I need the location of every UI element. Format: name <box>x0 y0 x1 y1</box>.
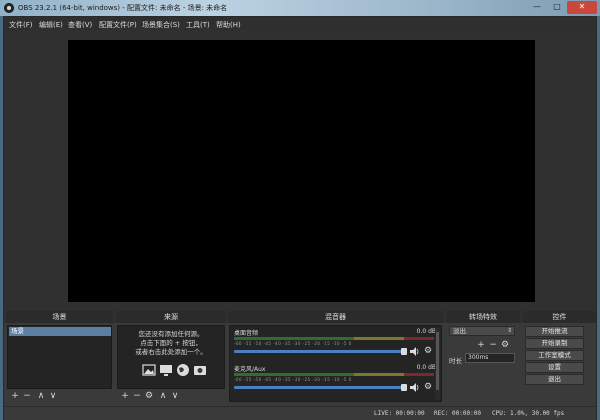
maximize-button[interactable]: □ <box>547 1 567 14</box>
transition-properties-gear-icon[interactable]: ⚙ <box>500 340 510 351</box>
menu-bar: 文件(F) 编辑(E) 查看(V) 配置文件(P) 场景集合(S) 工具(T) … <box>4 17 596 31</box>
image-source-icon <box>142 364 156 376</box>
track-db-readout: 0.0 dB <box>416 328 436 335</box>
volume-slider[interactable] <box>234 386 404 389</box>
volume-slider[interactable] <box>234 350 404 353</box>
transitions-dock: 转场特效 淡出 ⇕ + − ⚙ 时长 300ms <box>446 311 520 406</box>
track-db-readout: 0.0 dB <box>416 364 436 371</box>
close-button[interactable]: ✕ <box>567 1 597 14</box>
title-bar: OBS 23.2.1 (64-bit, windows) - 配置文件: 未命名… <box>0 0 600 16</box>
speaker-icon[interactable] <box>410 383 420 392</box>
rec-timer: REC: 00:00:00 <box>434 410 481 417</box>
display-capture-icon <box>160 365 172 376</box>
duration-input[interactable]: 300ms <box>465 353 515 363</box>
menu-file[interactable]: 文件(F) <box>9 20 33 30</box>
start-recording-button[interactable]: 开始录制 <box>525 338 584 349</box>
meter-scale: -60 -55 -50 -45 -40 -35 -30 -25 -20 -15 … <box>234 377 352 382</box>
speaker-icon[interactable] <box>410 347 420 356</box>
cpu-fps-readout: CPU: 1.0%, 30.00 fps <box>492 410 565 417</box>
obs-main-window: 文件(F) 编辑(E) 查看(V) 配置文件(P) 场景集合(S) 工具(T) … <box>3 16 597 420</box>
scenes-toolbar: + − ∧ ∨ <box>8 391 108 402</box>
window-title: OBS 23.2.1 (64-bit, windows) - 配置文件: 未命名… <box>18 4 228 12</box>
track-name: 麦克风/Aux <box>234 366 266 373</box>
preview-area <box>4 31 596 323</box>
mixer-track-desktop: 桌面音频 0.0 dB -60 -55 -50 -45 -40 -35 -30 … <box>232 328 438 362</box>
sources-list[interactable]: 您还没有添加任何源。 点击下面的 + 按钮， 或者右击此处添加一个。 <box>117 325 225 389</box>
sources-dock: 来源 您还没有添加任何源。 点击下面的 + 按钮， 或者右击此处添加一个。 + … <box>116 311 226 406</box>
duration-value: 300ms <box>468 354 489 361</box>
mixer-panel: 桌面音频 0.0 dB -60 -55 -50 -45 -40 -35 -30 … <box>229 325 442 402</box>
volume-meter <box>234 373 434 376</box>
track-name: 桌面音频 <box>234 330 259 337</box>
scene-list-item[interactable]: 场景 <box>9 327 111 336</box>
obs-logo-icon <box>4 3 14 13</box>
menu-profile[interactable]: 配置文件(P) <box>99 20 137 30</box>
mixer-dock: 混音器 桌面音频 0.0 dB -60 -55 -50 -45 -40 -35 … <box>228 311 443 406</box>
exit-button[interactable]: 退出 <box>525 374 584 385</box>
source-type-icons <box>142 363 212 379</box>
mixer-scrollbar[interactable] <box>435 328 440 401</box>
mixer-track-mic: 麦克风/Aux 0.0 dB -60 -55 -50 -45 -40 -35 -… <box>232 364 438 398</box>
settings-button[interactable]: 设置 <box>525 362 584 373</box>
scenes-dock-title: 场景 <box>6 311 113 323</box>
volume-slider-handle[interactable] <box>401 348 407 355</box>
preview-canvas[interactable] <box>68 40 535 302</box>
menu-help[interactable]: 帮助(H) <box>216 20 241 30</box>
mixer-dock-title: 混音器 <box>228 311 443 323</box>
sources-dock-title: 来源 <box>116 311 226 323</box>
minimize-button[interactable]: — <box>527 1 547 14</box>
controls-dock: 控件 开始推流 开始录制 工作室模式 设置 退出 <box>523 311 596 406</box>
studio-mode-button[interactable]: 工作室模式 <box>525 350 584 361</box>
remove-scene-button[interactable]: − <box>22 391 32 402</box>
move-source-down-button[interactable]: ∨ <box>170 391 180 402</box>
move-scene-up-button[interactable]: ∧ <box>36 391 46 402</box>
sources-empty-line3: 或者右击此处添加一个。 <box>135 348 207 356</box>
menu-view[interactable]: 查看(V) <box>68 20 92 30</box>
status-bar: LIVE: 00:00:00 REC: 00:00:00 CPU: 1.0%, … <box>4 406 596 420</box>
volume-slider-handle[interactable] <box>401 384 407 391</box>
start-streaming-button[interactable]: 开始推流 <box>525 326 584 337</box>
sources-toolbar: + − ⚙ ∧ ∨ <box>118 391 218 402</box>
add-source-button[interactable]: + <box>120 391 130 402</box>
track-gear-icon[interactable]: ⚙ <box>424 347 433 356</box>
meter-scale: -60 -55 -50 -45 -40 -35 -30 -25 -20 -15 … <box>234 341 352 346</box>
transitions-toolbar: + − ⚙ <box>476 340 516 351</box>
remove-transition-button[interactable]: − <box>488 340 498 351</box>
source-properties-gear-icon[interactable]: ⚙ <box>144 391 154 402</box>
browser-source-icon <box>177 364 189 376</box>
move-source-up-button[interactable]: ∧ <box>158 391 168 402</box>
track-gear-icon[interactable]: ⚙ <box>424 383 433 392</box>
add-scene-button[interactable]: + <box>10 391 20 402</box>
add-transition-button[interactable]: + <box>476 340 486 351</box>
menu-scene-collection[interactable]: 场景集合(S) <box>142 20 180 30</box>
transition-selected-value: 淡出 <box>453 327 466 335</box>
move-scene-down-button[interactable]: ∨ <box>48 391 58 402</box>
volume-meter <box>234 337 434 340</box>
camera-source-icon <box>194 366 206 375</box>
sources-empty-line1: 您还没有添加任何源。 <box>138 330 204 338</box>
controls-dock-title: 控件 <box>523 311 596 323</box>
sources-empty-line2: 点击下面的 + 按钮， <box>140 339 202 347</box>
transition-select[interactable]: 淡出 ⇕ <box>449 326 515 336</box>
transitions-dock-title: 转场特效 <box>446 311 520 323</box>
scenes-dock: 场景 场景 + − ∧ ∨ <box>6 311 113 406</box>
duration-label: 时长 <box>449 357 462 365</box>
sources-empty-hint: 您还没有添加任何源。 点击下面的 + 按钮， 或者右击此处添加一个。 <box>118 330 224 357</box>
menu-tools[interactable]: 工具(T) <box>186 20 210 30</box>
scenes-list[interactable]: 场景 <box>7 325 112 389</box>
remove-source-button[interactable]: − <box>132 391 142 402</box>
menu-edit[interactable]: 编辑(E) <box>39 20 63 30</box>
chevron-down-icon: ⇕ <box>506 327 512 334</box>
live-timer: LIVE: 00:00:00 <box>374 410 425 417</box>
